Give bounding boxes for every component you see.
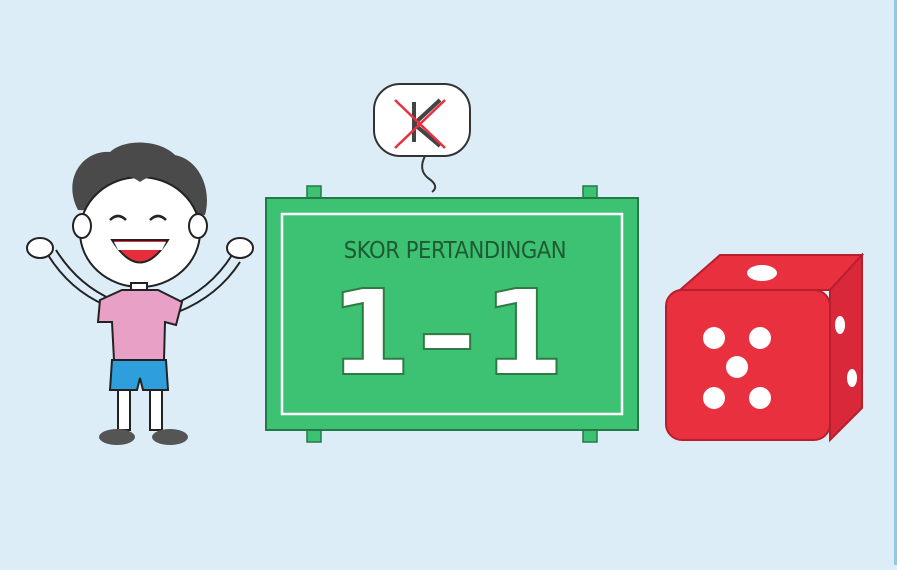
scoreboard-title: SKOR PERTANDINGAN [343, 238, 567, 264]
cheering-boy-icon [26, 142, 254, 445]
scoreboard-score: 1–1 [328, 264, 571, 402]
speech-bubble-icon [373, 83, 471, 193]
dice-icon [665, 252, 865, 443]
